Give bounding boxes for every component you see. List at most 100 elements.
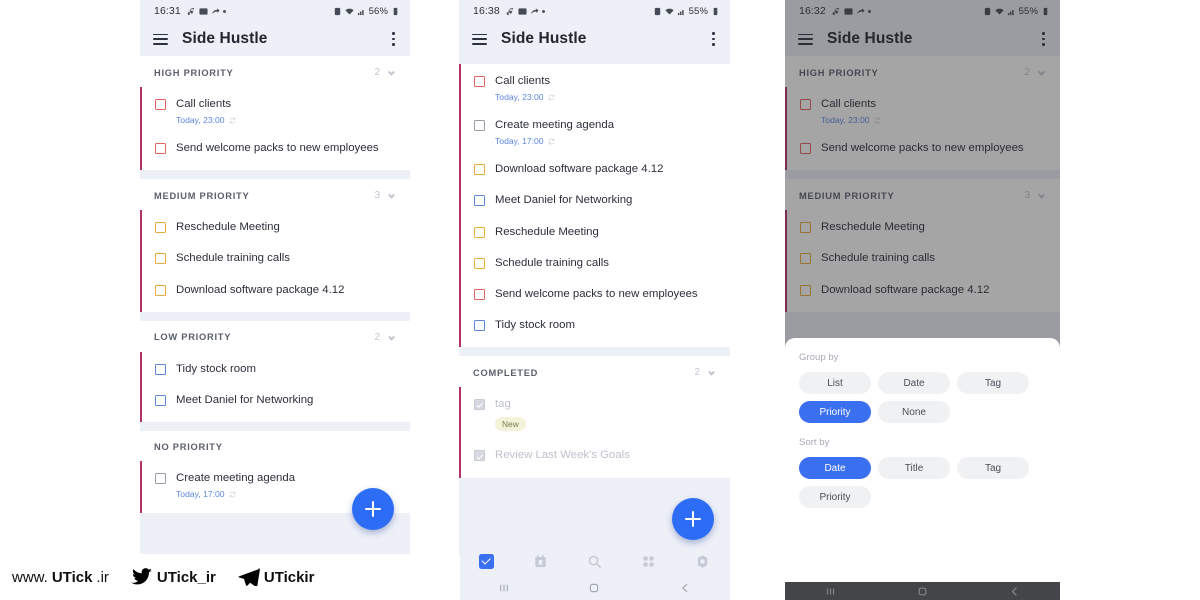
- group-header-low-priority[interactable]: LOW PRIORITY 2: [140, 320, 410, 352]
- watermark-telegram: UTickir: [238, 568, 314, 586]
- task-row[interactable]: Schedule training calls: [142, 243, 410, 274]
- group-by-chip-priority[interactable]: Priority: [799, 401, 871, 423]
- task-checkbox[interactable]: [474, 288, 485, 300]
- sort-by-chip-priority[interactable]: Priority: [799, 486, 871, 508]
- telegram-plane-icon: [238, 568, 260, 586]
- home-icon[interactable]: [588, 582, 600, 594]
- task-row[interactable]: Send welcome packs to new employees: [142, 133, 410, 164]
- group-count: 2: [694, 367, 700, 379]
- task-checkbox[interactable]: [155, 394, 166, 406]
- status-time: 16:38: [473, 5, 500, 17]
- task-row[interactable]: Meet Daniel for Networking: [142, 385, 410, 416]
- task-meta: Today, 23:00: [176, 115, 398, 125]
- group-count: 3: [374, 190, 380, 202]
- share-icon: [211, 7, 220, 16]
- nav-tasks-checkbox-icon[interactable]: [478, 553, 494, 569]
- group-by-chip-date[interactable]: Date: [878, 372, 950, 394]
- nav-grid-icon[interactable]: [641, 554, 656, 569]
- hamburger-icon[interactable]: [472, 33, 487, 45]
- add-task-fab[interactable]: [672, 498, 714, 540]
- task-row[interactable]: Meet Daniel for Networking: [461, 185, 730, 216]
- kebab-menu-icon[interactable]: [389, 28, 398, 50]
- recents-icon[interactable]: [498, 582, 510, 594]
- add-task-fab[interactable]: [352, 488, 394, 530]
- sort-by-chip-title[interactable]: Title: [878, 457, 950, 479]
- task-title: tag: [495, 398, 511, 411]
- back-icon[interactable]: [679, 582, 691, 594]
- group-header-no-priority[interactable]: NO PRIORITY: [140, 431, 410, 462]
- group-by-label: Group by: [799, 352, 839, 363]
- task-checkbox[interactable]: [474, 195, 485, 207]
- hamburger-icon[interactable]: [153, 33, 168, 45]
- task-checkbox[interactable]: [474, 399, 485, 411]
- task-row[interactable]: Reschedule Meeting: [461, 217, 730, 248]
- chevron-down-icon[interactable]: [707, 368, 716, 377]
- task-title: Create meeting agenda: [176, 472, 296, 485]
- twitter-bird-icon: [131, 568, 153, 586]
- task-row[interactable]: Reschedule Meeting: [142, 212, 410, 243]
- task-title: Create meeting agenda: [495, 119, 615, 132]
- task-row[interactable]: Call clients Today, 23:00: [461, 66, 730, 110]
- task-checkbox[interactable]: [474, 226, 485, 238]
- chevron-down-icon[interactable]: [387, 68, 396, 77]
- task-row[interactable]: Call clients Today, 23:00: [142, 89, 410, 133]
- task-checkbox[interactable]: [155, 363, 166, 375]
- image-icon: [518, 7, 527, 16]
- task-row[interactable]: Tidy stock room: [142, 354, 410, 385]
- group-header-completed[interactable]: COMPLETED 2: [459, 356, 730, 388]
- task-checkbox[interactable]: [474, 320, 485, 332]
- task-checkbox[interactable]: [155, 284, 166, 296]
- signal-icon: [357, 7, 366, 16]
- sort-by-chip-date[interactable]: Date: [799, 457, 871, 479]
- watermark-site-prefix: www.: [12, 568, 48, 586]
- task-due-date: Today, 23:00: [495, 92, 544, 103]
- task-checkbox[interactable]: [474, 257, 485, 269]
- nav-search-icon[interactable]: [587, 554, 602, 569]
- status-system-icons: 55%: [653, 6, 720, 17]
- task-title: Reschedule Meeting: [495, 225, 599, 238]
- task-checkbox[interactable]: [155, 99, 166, 110]
- task-row[interactable]: Send welcome packs to new employees: [461, 279, 730, 310]
- task-checkbox[interactable]: [474, 164, 485, 176]
- share-icon: [530, 7, 539, 16]
- page-title: Side Hustle: [182, 30, 268, 47]
- task-row[interactable]: Tidy stock room: [461, 310, 730, 341]
- group-by-chip-tag[interactable]: Tag: [957, 372, 1029, 394]
- task-row[interactable]: Download software package 4.12: [142, 275, 410, 306]
- task-row[interactable]: Review Last Week's Goals: [461, 440, 730, 471]
- status-notification-icons: [506, 7, 545, 16]
- chevron-down-icon[interactable]: [387, 191, 396, 200]
- group-by-chip-list[interactable]: List: [799, 372, 871, 394]
- status-notification-icons: [187, 7, 226, 16]
- group-header-high-priority[interactable]: HIGH PRIORITY 2: [140, 56, 410, 87]
- task-row[interactable]: tag New: [461, 389, 730, 440]
- signal-icon: [677, 7, 686, 16]
- alarm-icon: [653, 7, 662, 16]
- kebab-menu-icon[interactable]: [709, 28, 718, 50]
- task-checkbox[interactable]: [474, 76, 485, 87]
- group-header-medium-priority[interactable]: MEDIUM PRIORITY 3: [140, 179, 410, 211]
- task-checkbox[interactable]: [155, 253, 166, 265]
- sort-by-chip-tag[interactable]: Tag: [957, 457, 1029, 479]
- group-title: HIGH PRIORITY: [154, 67, 234, 78]
- watermark-site-brand: UTick: [51, 568, 93, 586]
- task-checkbox[interactable]: [155, 143, 166, 155]
- task-checkbox[interactable]: [474, 450, 485, 462]
- nav-settings-icon[interactable]: [695, 554, 710, 569]
- group-title: COMPLETED: [473, 367, 539, 378]
- chevron-down-icon[interactable]: [387, 333, 396, 342]
- status-bar: 16:31 56%: [140, 0, 410, 22]
- task-checkbox[interactable]: [155, 222, 166, 234]
- watermark-twitter: UTick_ir: [131, 568, 216, 586]
- task-checkbox[interactable]: [155, 473, 166, 485]
- task-title: Meet Daniel for Networking: [495, 194, 633, 207]
- task-row[interactable]: Schedule training calls: [461, 248, 730, 279]
- task-title: Tidy stock room: [495, 319, 575, 332]
- phone-panel-grouped-by-priority: 16:31 56% Side Hustle HIGH PRIORITY 2 Ca…: [140, 0, 410, 600]
- group-by-chip-none[interactable]: None: [878, 401, 950, 423]
- nav-calendar-icon[interactable]: [533, 554, 548, 569]
- task-title: Schedule training calls: [495, 256, 609, 269]
- task-row[interactable]: Download software package 4.12: [461, 154, 730, 185]
- task-row[interactable]: Create meeting agenda Today, 17:00: [461, 110, 730, 154]
- task-checkbox[interactable]: [474, 120, 485, 132]
